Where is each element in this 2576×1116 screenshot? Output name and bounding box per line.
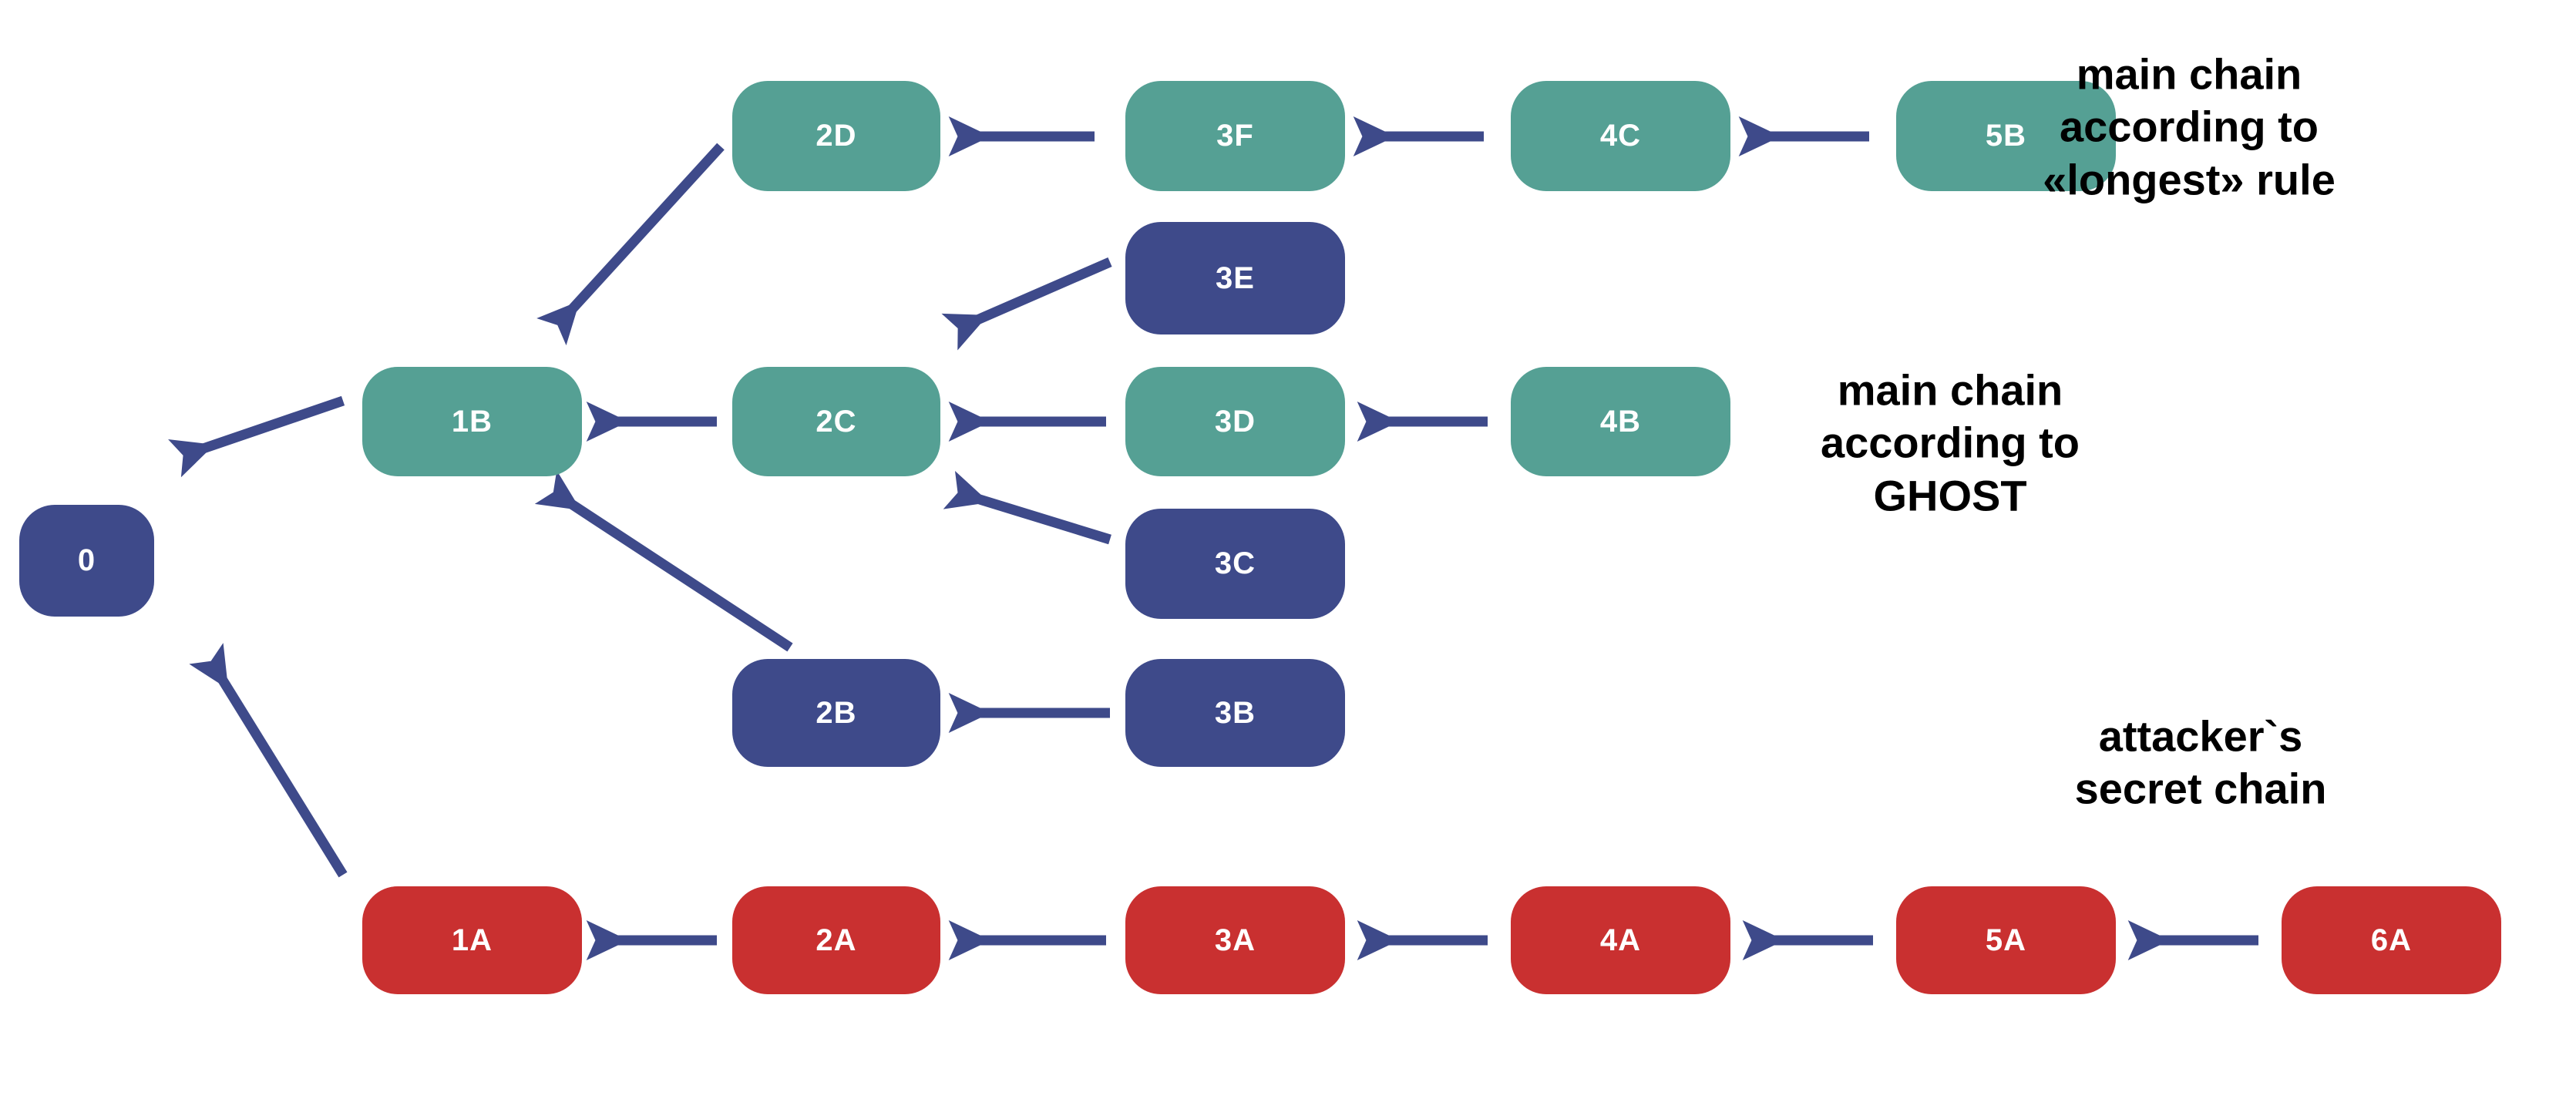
- block-node-label: 3B: [1214, 695, 1256, 730]
- block-node-2a[interactable]: 2A: [732, 886, 940, 994]
- block-node-4a[interactable]: 4A: [1511, 886, 1730, 994]
- block-node-label: 1B: [451, 404, 493, 439]
- block-node-3a[interactable]: 3A: [1125, 886, 1345, 994]
- block-node-3f[interactable]: 3F: [1125, 81, 1345, 191]
- block-node-label: 6A: [2370, 923, 2413, 957]
- block-node-5a[interactable]: 5A: [1896, 886, 2116, 994]
- block-node-3c[interactable]: 3C: [1125, 509, 1345, 619]
- block-node-3d[interactable]: 3D: [1125, 367, 1345, 476]
- edge-3c-to-2c: [943, 470, 1111, 545]
- block-node-label: 2B: [816, 695, 857, 730]
- block-node-label: 3A: [1214, 923, 1256, 957]
- block-node-label: 3E: [1216, 261, 1255, 295]
- block-node-label: 0: [77, 543, 96, 577]
- ghost-label: main chain according to GHOST: [1820, 365, 2080, 520]
- longest-rule-label: main chain according to «longest» rule: [2043, 49, 2336, 204]
- block-node-3b[interactable]: 3B: [1125, 659, 1345, 767]
- block-node-label: 5B: [1985, 119, 2027, 153]
- block-node-label: 5A: [1985, 923, 2027, 957]
- diagram-canvas: 0 1B 2D 2C 2B 3F 3E 3D 3C 3B 4C 4B 5B 1A 2A 3A 4A 5A 6A ma…: [0, 0, 2576, 1116]
- block-node-2c[interactable]: 2C: [732, 367, 940, 476]
- block-node-label: 3D: [1214, 404, 1256, 439]
- edge-3e-to-2d: [941, 257, 1112, 351]
- block-node-1b[interactable]: 1B: [362, 367, 582, 476]
- block-node-label: 3F: [1216, 119, 1254, 153]
- block-node-4c[interactable]: 4C: [1511, 81, 1730, 191]
- block-node-label: 4C: [1599, 119, 1642, 153]
- attacker-chain-label: attacker`s secret chain: [2074, 711, 2327, 813]
- edge-1a-to-0: [189, 643, 348, 878]
- block-node-4b[interactable]: 4B: [1511, 367, 1730, 476]
- block-node-6a[interactable]: 6A: [2282, 886, 2501, 994]
- block-node-label: 2C: [816, 404, 857, 439]
- edge-1b-to-0: [168, 395, 345, 478]
- block-node-1a[interactable]: 1A: [362, 886, 582, 994]
- block-node-label: 1A: [451, 923, 493, 957]
- block-node-label: 2A: [816, 923, 857, 957]
- block-node-2b[interactable]: 2B: [732, 659, 940, 767]
- block-node-3e[interactable]: 3E: [1125, 222, 1345, 334]
- edge-2b-to-1b: [534, 470, 793, 652]
- block-node-label: 2D: [816, 119, 857, 153]
- block-node-label: 4B: [1599, 404, 1642, 439]
- block-node-2d[interactable]: 2D: [732, 81, 940, 191]
- edge-2d-to-1b: [536, 143, 725, 346]
- block-node-label: 3C: [1214, 546, 1256, 580]
- block-node-0[interactable]: 0: [19, 505, 154, 617]
- block-node-label: 4A: [1599, 923, 1642, 957]
